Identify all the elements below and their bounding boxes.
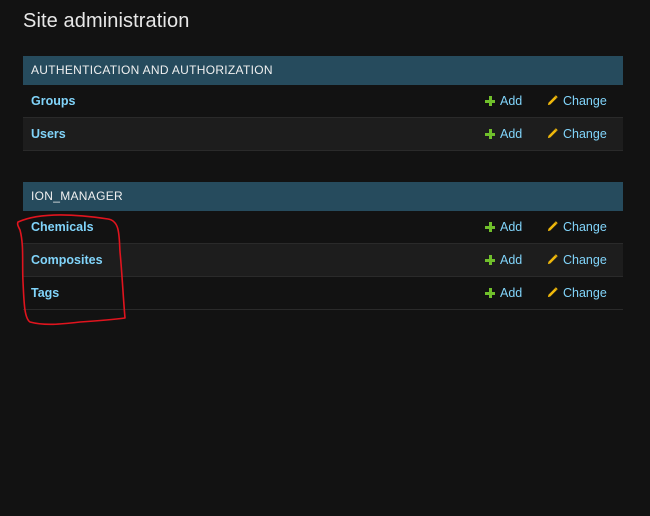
module-caption[interactable]: ION_MANAGER <box>23 182 623 211</box>
module-caption[interactable]: Authentication and Authorization <box>23 56 623 85</box>
admin-page: Site administration Authentication and A… <box>0 0 650 516</box>
change-label: Change <box>563 94 607 108</box>
model-link-composites[interactable]: Composites <box>31 253 103 267</box>
module-authentication-and-authorization: Authentication and Authorization Groups … <box>23 56 623 151</box>
pencil-icon <box>547 287 558 298</box>
plus-icon <box>485 288 495 298</box>
change-composites-link[interactable]: Change <box>547 253 607 267</box>
add-label: Add <box>500 286 523 300</box>
pencil-icon <box>547 221 558 232</box>
add-label: Add <box>500 127 523 141</box>
model-row-users: Users Add Change <box>23 118 623 151</box>
add-label: Add <box>500 220 523 234</box>
model-row-tags: Tags Add Change <box>23 277 623 310</box>
model-link-groups[interactable]: Groups <box>31 94 75 108</box>
add-users-link[interactable]: Add <box>485 127 522 141</box>
plus-icon <box>485 96 495 106</box>
page-title: Site administration <box>23 10 190 32</box>
model-link-tags[interactable]: Tags <box>31 286 59 300</box>
pencil-icon <box>547 128 558 139</box>
add-label: Add <box>500 94 523 108</box>
change-users-link[interactable]: Change <box>547 127 607 141</box>
change-chemicals-link[interactable]: Change <box>547 220 607 234</box>
change-label: Change <box>563 220 607 234</box>
pencil-icon <box>547 254 558 265</box>
plus-icon <box>485 222 495 232</box>
plus-icon <box>485 255 495 265</box>
plus-icon <box>485 129 495 139</box>
model-link-chemicals[interactable]: Chemicals <box>31 220 94 234</box>
add-label: Add <box>500 253 523 267</box>
change-groups-link[interactable]: Change <box>547 94 607 108</box>
add-tags-link[interactable]: Add <box>485 286 522 300</box>
pencil-icon <box>547 95 558 106</box>
change-label: Change <box>563 127 607 141</box>
change-tags-link[interactable]: Change <box>547 286 607 300</box>
change-label: Change <box>563 253 607 267</box>
add-chemicals-link[interactable]: Add <box>485 220 522 234</box>
model-row-chemicals: Chemicals Add Change <box>23 211 623 244</box>
model-row-groups: Groups Add Change <box>23 85 623 118</box>
add-groups-link[interactable]: Add <box>485 94 522 108</box>
model-link-users[interactable]: Users <box>31 127 66 141</box>
model-row-composites: Composites Add Change <box>23 244 623 277</box>
module-ion-manager: ION_MANAGER Chemicals Add Change Composi… <box>23 182 623 310</box>
add-composites-link[interactable]: Add <box>485 253 522 267</box>
change-label: Change <box>563 286 607 300</box>
